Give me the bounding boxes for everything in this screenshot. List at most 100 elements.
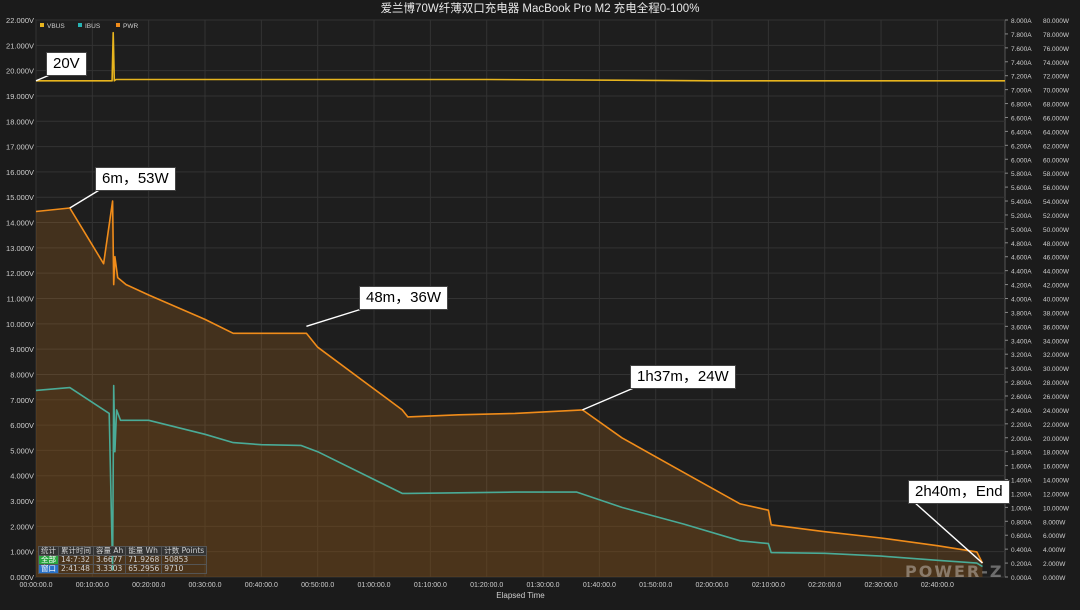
y-tick-label-power: 22.000W <box>1043 422 1070 429</box>
legend-label: VBUS <box>47 23 65 30</box>
legend-label: IBUS <box>85 23 101 30</box>
y-tick-label-current: 2.000A <box>1011 436 1032 443</box>
y-tick-label-power: 16.000W <box>1043 464 1070 471</box>
y-tick-label-current: 7.600A <box>1011 46 1032 53</box>
y-tick-label-power: 8.000W <box>1043 519 1066 526</box>
y-tick-label-current: 6.400A <box>1011 129 1032 136</box>
y-tick-label-left: 14.000V <box>6 219 34 228</box>
y-tick-label-power: 58.000W <box>1043 171 1070 178</box>
y-tick-label-left: 7.000V <box>10 396 34 405</box>
annotation-label: 6m，53W <box>95 167 176 191</box>
y-tick-label-power: 24.000W <box>1043 408 1070 415</box>
y-tick-label-current: 4.400A <box>1011 269 1032 276</box>
y-tick-label-power: 48.000W <box>1043 241 1070 248</box>
y-tick-label-current: 4.200A <box>1011 283 1032 290</box>
y-tick-label-current: 3.800A <box>1011 310 1032 317</box>
y-tick-label-current: 2.200A <box>1011 422 1032 429</box>
y-tick-label-power: 64.000W <box>1043 129 1070 136</box>
y-tick-label-power: 56.000W <box>1043 185 1070 192</box>
y-tick-label-power: 68.000W <box>1043 102 1070 109</box>
y-tick-label-current: 7.200A <box>1011 74 1032 81</box>
y-tick-label-current: 4.000A <box>1011 297 1032 304</box>
y-tick-label-current: 1.400A <box>1011 478 1032 485</box>
y-tick-label-power: 28.000W <box>1043 380 1070 387</box>
y-tick-label-power: 74.000W <box>1043 60 1070 67</box>
y-tick-label-left: 5.000V <box>10 446 34 455</box>
y-tick-label-power: 34.000W <box>1043 338 1070 345</box>
y-tick-label-power: 76.000W <box>1043 46 1070 53</box>
y-tick-label-current: 2.600A <box>1011 394 1032 401</box>
x-tick-label: 02:40:00.0 <box>921 582 954 589</box>
legend-swatch <box>116 23 120 27</box>
x-tick-label: 01:30:00.0 <box>526 582 559 589</box>
y-tick-label-current: 5.400A <box>1011 199 1032 206</box>
y-tick-label-left: 10.000V <box>6 320 34 329</box>
y-tick-label-left: 22.000V <box>6 16 34 25</box>
y-tick-label-power: 78.000W <box>1043 32 1070 39</box>
y-tick-label-power: 0.000W <box>1043 575 1066 582</box>
y-tick-label-power: 2.000W <box>1043 561 1066 568</box>
x-tick-label: 01:40:00.0 <box>583 582 616 589</box>
y-tick-label-current: 6.000A <box>1011 157 1032 164</box>
y-tick-label-current: 5.200A <box>1011 213 1032 220</box>
y-tick-label-current: 3.200A <box>1011 352 1032 359</box>
y-tick-label-current: 4.800A <box>1011 241 1032 248</box>
x-tick-label: 00:00:00.0 <box>19 582 52 589</box>
stats-cell: 窗口 <box>38 564 59 574</box>
y-tick-label-current: 4.600A <box>1011 255 1032 262</box>
y-tick-label-current: 8.000A <box>1011 18 1032 25</box>
y-tick-label-power: 44.000W <box>1043 269 1070 276</box>
y-tick-label-current: 5.000A <box>1011 227 1032 234</box>
y-tick-label-current: 7.000A <box>1011 88 1032 95</box>
y-tick-label-power: 62.000W <box>1043 143 1070 150</box>
y-tick-label-power: 54.000W <box>1043 199 1070 206</box>
y-tick-label-current: 3.600A <box>1011 324 1032 331</box>
y-tick-label-current: 7.400A <box>1011 60 1032 67</box>
annotation-label: 20V <box>46 52 87 76</box>
y-tick-label-power: 18.000W <box>1043 450 1070 457</box>
stats-table: 统计 累计时间 容量 Ah 能量 Wh 计数 Points 全部 14:7:32… <box>38 546 208 574</box>
y-tick-label-left: 8.000V <box>10 370 34 379</box>
y-tick-label-left: 16.000V <box>6 168 34 177</box>
y-tick-label-power: 66.000W <box>1043 115 1070 122</box>
y-tick-label-left: 19.000V <box>6 92 34 101</box>
y-tick-label-power: 4.000W <box>1043 547 1066 554</box>
y-tick-label-left: 9.000V <box>10 345 34 354</box>
y-tick-label-current: 0.400A <box>1011 547 1032 554</box>
annotation-label: 2h40m，End <box>908 480 1010 504</box>
x-tick-label: 01:50:00.0 <box>639 582 672 589</box>
legend-swatch <box>78 23 82 27</box>
y-tick-label-current: 1.800A <box>1011 450 1032 457</box>
y-tick-label-power: 6.000W <box>1043 533 1066 540</box>
y-tick-label-left: 4.000V <box>10 472 34 481</box>
x-tick-label: 00:40:00.0 <box>245 582 278 589</box>
y-tick-label-current: 2.800A <box>1011 380 1032 387</box>
y-tick-label-power: 52.000W <box>1043 213 1070 220</box>
y-tick-label-current: 6.200A <box>1011 143 1032 150</box>
y-tick-label-left: 2.000V <box>10 522 34 531</box>
x-tick-label: 01:20:00.0 <box>470 582 503 589</box>
y-tick-label-current: 6.800A <box>1011 102 1032 109</box>
x-tick-label: 02:30:00.0 <box>865 582 898 589</box>
annotation-label: 48m，36W <box>359 286 449 310</box>
x-tick-label: 02:10:00.0 <box>752 582 785 589</box>
y-tick-label-left: 12.000V <box>6 269 34 278</box>
y-tick-label-power: 70.000W <box>1043 88 1070 95</box>
y-tick-label-current: 5.800A <box>1011 171 1032 178</box>
y-tick-label-power: 12.000W <box>1043 491 1070 498</box>
y-tick-label-power: 40.000W <box>1043 297 1070 304</box>
y-tick-label-power: 72.000W <box>1043 74 1070 81</box>
x-tick-label: 01:00:00.0 <box>357 582 390 589</box>
y-tick-label-current: 1.600A <box>1011 464 1032 471</box>
y-tick-label-left: 0.000V <box>10 573 34 582</box>
y-tick-label-left: 21.000V <box>6 41 34 50</box>
y-tick-label-power: 42.000W <box>1043 283 1070 290</box>
stats-cell: 3.3303 <box>92 564 127 574</box>
y-tick-label-power: 38.000W <box>1043 310 1070 317</box>
x-tick-label: 01:10:00.0 <box>414 582 447 589</box>
y-tick-label-power: 10.000W <box>1043 505 1070 512</box>
y-tick-label-current: 7.800A <box>1011 32 1032 39</box>
y-tick-label-power: 50.000W <box>1043 227 1070 234</box>
y-tick-label-current: 1.200A <box>1011 491 1032 498</box>
y-tick-label-power: 14.000W <box>1043 478 1070 485</box>
